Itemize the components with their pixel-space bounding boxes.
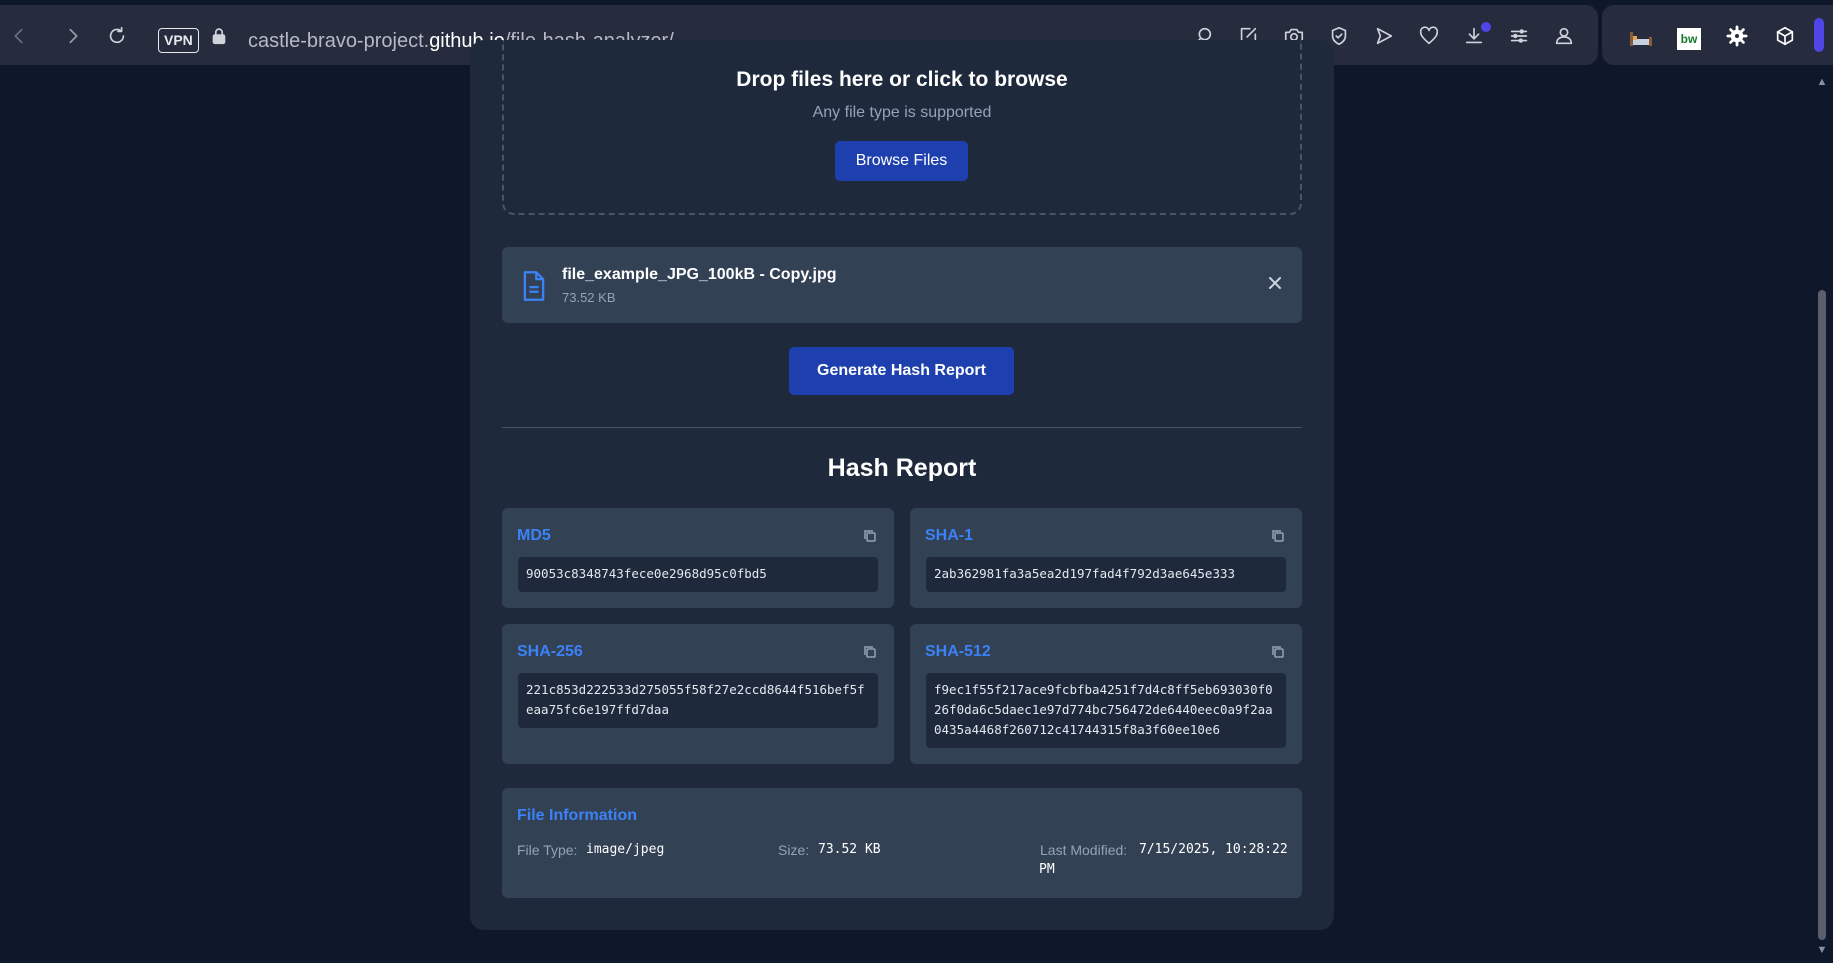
hash-label-md5: MD5 — [517, 527, 551, 544]
heart-icon[interactable] — [1416, 23, 1442, 49]
dropzone-subtitle: Any file type is supported — [812, 104, 992, 121]
hash-label-sha1: SHA-1 — [925, 527, 974, 544]
sidebar-toggle[interactable] — [1814, 18, 1824, 52]
scroll-thumb[interactable] — [1818, 290, 1826, 940]
gear-icon[interactable] — [1724, 23, 1750, 49]
file-type-value: image/jpeg — [586, 842, 665, 857]
extensions-bar: bw — [1602, 5, 1833, 65]
cube-icon[interactable] — [1772, 23, 1798, 49]
file-name: file_example_JPG_100kB - Copy.jpg — [562, 266, 837, 283]
copy-icon[interactable] — [1271, 529, 1285, 543]
section-divider — [502, 427, 1302, 428]
forward-icon[interactable] — [60, 23, 86, 49]
profile-icon[interactable] — [1551, 23, 1577, 49]
size-value: 73.52 KB — [818, 842, 881, 857]
hash-value-sha512: f9ec1f55f217ace9fcbfba4251f7d4c8ff5eb693… — [926, 673, 1286, 748]
easy-setup-icon[interactable] — [1506, 23, 1532, 49]
bed-extension-icon[interactable] — [1628, 27, 1654, 51]
last-modified-value: 7/15/2025, 10:28:22 PM — [1039, 842, 1288, 877]
reload-icon[interactable] — [104, 23, 130, 49]
copy-icon[interactable] — [1271, 645, 1285, 659]
hash-label-sha256: SHA-256 — [517, 643, 583, 660]
file-type-label: File Type: — [517, 842, 578, 858]
file-dropzone[interactable] — [502, 40, 1302, 215]
remove-file-icon[interactable] — [1266, 274, 1284, 292]
scroll-down-arrow-icon[interactable]: ▼ — [1814, 944, 1830, 956]
copy-icon[interactable] — [863, 529, 877, 543]
document-icon — [520, 270, 548, 302]
hash-value-sha1: 2ab362981fa3a5ea2d197fad4f792d3ae645e333 — [926, 557, 1286, 592]
browse-files-button[interactable]: Browse Files — [835, 141, 968, 181]
copy-icon[interactable] — [863, 645, 877, 659]
hash-value-md5: 90053c8348743fece0e2968d95c0fbd5 — [518, 557, 878, 592]
lock-icon[interactable] — [206, 23, 232, 49]
file-info-title: File Information — [517, 807, 637, 824]
hash-value-sha256: 221c853d222533d275055f58f27e2ccd8644f516… — [518, 673, 878, 728]
report-title: Hash Report — [827, 454, 977, 482]
selected-file-row — [502, 247, 1302, 323]
size-label: Size: — [778, 842, 810, 858]
back-icon[interactable] — [6, 23, 32, 49]
dropzone-title: Drop files here or click to browse — [736, 68, 1068, 91]
url-prefix: castle-bravo-project. — [248, 30, 430, 52]
svg-text:bw: bw — [1681, 32, 1698, 46]
file-size: 73.52 KB — [562, 290, 616, 305]
scroll-up-arrow-icon[interactable]: ▲ — [1814, 76, 1830, 88]
vpn-badge[interactable]: VPN — [158, 28, 199, 53]
generate-hash-report-button[interactable]: Generate Hash Report — [789, 347, 1014, 395]
send-icon[interactable] — [1371, 23, 1397, 49]
hash-label-sha512: SHA-512 — [925, 643, 991, 660]
download-badge — [1481, 22, 1491, 32]
bw-extension-icon[interactable]: bw — [1676, 27, 1702, 51]
